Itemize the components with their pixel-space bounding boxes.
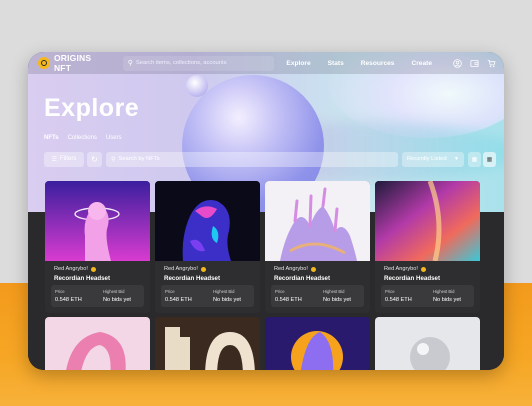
sort-label: Recently Listed [407,156,447,162]
search-placeholder: Search items, collections, accounts [135,60,227,66]
price-value: 0.548 ETH [385,297,412,303]
small-grid-view-button[interactable]: ▦ [483,151,496,167]
creator-name[interactable]: Red Angrybo! [384,266,418,272]
nft-image [375,317,480,370]
refresh-icon: ↻ [91,154,98,164]
nft-card[interactable] [265,317,370,370]
creator-name[interactable]: Red Angrybo! [274,266,308,272]
nft-card[interactable]: Red Angrybo! Recordian Headset Price 0.5… [155,181,260,313]
price-label: Price [55,289,65,294]
global-search-input[interactable]: ⚲ Search items, collections, accounts [122,55,275,71]
verified-icon [90,266,96,272]
nft-stats: Price 0.548 ETH Highest Bid No bids yet [161,285,254,307]
app-window: ORIGINS NFT ⚲ Search items, collections,… [28,52,504,370]
tab-nfts[interactable]: NFTs [44,135,59,141]
search-icon: ⚲ [111,156,116,163]
tab-users[interactable]: Users [106,135,122,141]
search-icon: ⚲ [127,60,133,67]
nft-card[interactable]: Red Angrybo! Recordian Headset Price 0.5… [265,181,370,313]
price-label: Price [165,289,175,294]
nav-link-resources[interactable]: Resources [361,60,395,67]
nft-image [265,181,370,261]
nft-card[interactable] [45,317,150,370]
nft-stats: Price 0.548 ETH Highest Bid No bids yet [271,285,364,307]
nft-stats: Price 0.548 ETH Highest Bid No bids yet [51,285,144,307]
cart-icon[interactable] [487,59,496,68]
nft-card[interactable]: Red Angrybo! Recordian Headset Price 0.5… [375,181,480,313]
large-grid-view-button[interactable]: ▦ [468,151,481,167]
hero-small-orb [186,75,208,97]
refresh-button[interactable]: ↻ [87,151,102,167]
verified-icon [420,266,426,272]
nft-image [45,181,150,261]
creator: Red Angrybo! [274,266,316,272]
nft-name: Recordian Headset [274,275,331,282]
filters-label: Filters [60,156,77,162]
nft-card[interactable]: Red Angrybo! Recordian Headset Price 0.5… [45,181,150,313]
creator: Red Angrybo! [384,266,426,272]
creator-name[interactable]: Red Angrybo! [54,266,88,272]
nft-search-placeholder: Search by NFTs [118,156,160,162]
nft-card[interactable] [375,317,480,370]
sort-dropdown[interactable]: Recently Listed ▼ [402,151,464,167]
logo-icon [38,57,50,69]
price-value: 0.548 ETH [275,297,302,303]
price-label: Price [385,289,395,294]
small-grid-icon: ▦ [486,156,493,163]
filter-icon: ☰ [51,156,58,163]
price-label: Price [275,289,285,294]
nav-link-stats[interactable]: Stats [328,60,344,67]
brand-logo[interactable]: ORIGINS NFT [38,53,111,73]
large-grid-icon: ▦ [471,156,478,163]
highest-bid-label: Highest Bid [323,289,345,294]
highest-bid-label: Highest Bid [213,289,235,294]
nav-link-explore[interactable]: Explore [286,60,310,67]
nft-image [375,181,480,262]
filter-bar: ☰ Filters ↻ ⚲ Search by NFTs Recently Li… [44,151,496,167]
nft-image [155,181,260,261]
chevron-down-icon: ▼ [454,156,459,162]
nav-icons [453,58,504,68]
creator: Red Angrybo! [54,266,96,272]
highest-bid-label: Highest Bid [103,289,125,294]
nav-link-create[interactable]: Create [411,60,432,67]
highest-bid-label: Highest Bid [433,289,455,294]
verified-icon [200,266,206,272]
nft-name: Recordian Headset [54,275,111,282]
explore-tabs: NFTs Collections Users [44,135,131,141]
nft-stats: Price 0.548 ETH Highest Bid No bids yet [381,285,474,307]
highest-bid-value: No bids yet [323,297,351,303]
nft-image [155,317,260,370]
nft-search-input[interactable]: ⚲ Search by NFTs [106,151,398,167]
nft-name: Recordian Headset [384,275,441,282]
highest-bid-value: No bids yet [103,297,131,303]
highest-bid-value: No bids yet [213,297,241,303]
creator: Red Angrybo! [164,266,206,272]
verified-icon [310,266,316,272]
user-icon[interactable] [453,58,462,68]
price-value: 0.548 ETH [55,297,82,303]
highest-bid-value: No bids yet [433,297,461,303]
filters-button[interactable]: ☰ Filters [44,151,84,167]
brand-name: ORIGINS NFT [53,53,92,73]
creator-name[interactable]: Red Angrybo! [164,266,198,272]
page-title: Explore [44,94,140,122]
nav-links: Explore Stats Resources Create [286,60,449,67]
price-value: 0.548 ETH [165,297,192,303]
top-nav: ORIGINS NFT ⚲ Search items, collections,… [28,52,504,74]
nft-card[interactable] [155,317,260,370]
nft-image [45,317,150,370]
nft-image [265,317,370,370]
wallet-icon[interactable] [470,59,479,68]
tab-collections[interactable]: Collections [68,135,97,141]
nft-name: Recordian Headset [164,275,221,282]
